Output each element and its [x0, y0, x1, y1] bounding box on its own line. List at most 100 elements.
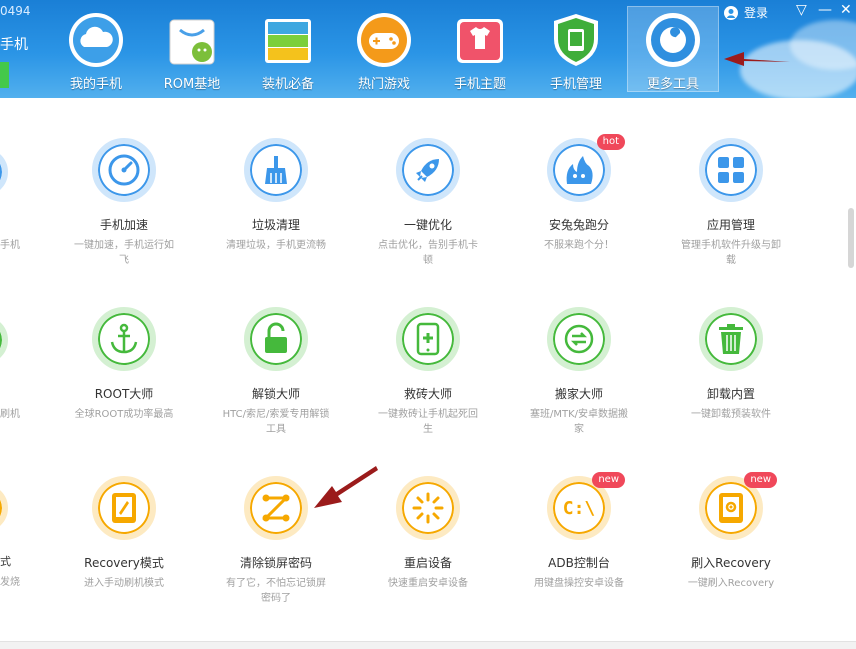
tool-desc: 全球ROOT成功率最高 [74, 409, 174, 420]
tool-icon-circle: C:\ new [547, 472, 625, 540]
tool-adb-console[interactable]: C:\ new ADB控制台 用键盘操控安卓设备 [524, 472, 634, 591]
wrench-gear-icon [643, 11, 703, 69]
phone-plus-icon [416, 322, 440, 356]
tool-desc: 进入手动刷机模式 [84, 578, 164, 589]
tool-desc: 一键刷入Recovery [687, 578, 775, 589]
tool-icon-circle [547, 307, 611, 371]
nav-label: 手机管理 [549, 77, 602, 92]
tool-junk-clean[interactable]: 垃圾清理 清理垃圾，手机更流畅 [221, 138, 331, 253]
nav-essentials[interactable]: 装机必备 [242, 6, 334, 92]
nav-hot-games[interactable]: 热门游戏 [338, 6, 430, 92]
rabbit-flame-icon [566, 156, 593, 184]
nav-rom-base[interactable]: ROM基地 [146, 6, 238, 92]
tool-app-manager[interactable]: 应用管理 管理手机软件升级与卸载 [676, 138, 786, 268]
tool-title: ROOT大师 [94, 387, 154, 401]
tool-title: 重启设备 [403, 556, 452, 570]
tshirt-icon [450, 10, 510, 69]
tool-icon-circle [396, 138, 460, 202]
window-title-fragment: 0494 [0, 4, 31, 18]
tool-title: 搬家大师 [554, 387, 603, 401]
transfer-icon [564, 324, 594, 354]
tool-uninstall-builtin[interactable]: 卸载内置 一键卸载预装软件 [676, 307, 786, 422]
user-icon [724, 5, 738, 20]
rocket-icon [416, 159, 439, 182]
partial-tool-desc: 手机 [0, 240, 20, 251]
tool-icon-circle [699, 307, 763, 371]
tool-desc: 点击优化，告别手机卡顿 [378, 240, 478, 266]
tool-unlock-master[interactable]: 解锁大师 HTC/索尼/索爱专用解锁工具 [221, 307, 331, 437]
tool-title: 解锁大师 [251, 387, 300, 401]
gamepad-icon [354, 10, 414, 69]
scrollbar-thumb[interactable] [848, 208, 854, 268]
tool-one-click-optimize[interactable]: 一键优化 点击优化，告别手机卡顿 [373, 138, 483, 268]
tool-icon-circle: hot [547, 134, 625, 202]
tool-desc: 快速重启安卓设备 [388, 578, 468, 589]
unlock-icon [265, 322, 287, 353]
hot-badge: hot [596, 134, 625, 150]
tool-icon-circle [396, 307, 460, 371]
nav-label: 装机必备 [261, 77, 314, 92]
tool-icon-circle [699, 138, 763, 202]
new-badge: new [744, 472, 777, 488]
minimize-button[interactable]: — [818, 2, 832, 18]
tool-title: ADB控制台 [548, 556, 610, 570]
tool-icon-circle [396, 476, 460, 540]
login-label: 登录 [744, 6, 769, 20]
shield-phone-icon [546, 10, 606, 69]
tool-icon-circle [92, 476, 156, 540]
nav-label: ROM基地 [163, 77, 221, 92]
pattern-lock-icon [262, 494, 290, 522]
tool-recovery-mode[interactable]: Recovery模式 进入手动刷机模式 [69, 476, 179, 591]
nav-more-tools[interactable]: 更多工具 [627, 6, 719, 92]
partial-tool-circle[interactable] [0, 316, 8, 364]
tool-title: 手机加速 [99, 218, 148, 232]
restore-button[interactable]: ▽ [796, 2, 807, 18]
tool-desc: 不服来跑个分！ [544, 240, 614, 251]
tool-flash-recovery[interactable]: new 刷入Recovery 一键刷入Recovery [676, 472, 786, 591]
login-link[interactable]: 登录 [724, 4, 768, 21]
nav-label: 更多工具 [646, 77, 699, 92]
tool-icon-circle [92, 138, 156, 202]
tool-desc: 一键救砖让手机起死回生 [378, 409, 478, 435]
restart-icon [412, 492, 444, 524]
tool-desc: 一键加速，手机运行如飞 [74, 240, 174, 266]
nav-phone-themes[interactable]: 手机主题 [434, 6, 526, 92]
tool-title: 安兔兔跑分 [548, 218, 609, 232]
close-button[interactable]: ✕ [840, 2, 852, 18]
tool-brick-rescue[interactable]: 救砖大师 一键救砖让手机起死回生 [373, 307, 483, 437]
nav-label: 热门游戏 [357, 77, 410, 92]
tool-restart-device[interactable]: 重启设备 快速重启安卓设备 [373, 476, 483, 591]
partial-tool-desc: 发烧 [0, 577, 20, 588]
tool-desc: 塞班/MTK/安卓数据搬家 [529, 409, 629, 435]
tool-title: Recovery模式 [84, 556, 164, 570]
tool-icon-circle [244, 138, 308, 202]
tool-move-master[interactable]: 搬家大师 塞班/MTK/安卓数据搬家 [524, 307, 634, 437]
nav-label: 手机主题 [453, 77, 506, 92]
android-bag-icon [162, 10, 222, 69]
tool-root-master[interactable]: ROOT大师 全球ROOT成功率最高 [69, 307, 179, 422]
connection-status-bar [0, 62, 9, 88]
tool-title: 救砖大师 [403, 387, 452, 401]
tool-title: 刷入Recovery [691, 556, 771, 570]
partial-tool-circle[interactable] [0, 484, 8, 532]
partial-tool-title: 式 [0, 555, 11, 568]
broom-icon [265, 156, 287, 184]
tools-panel: 手机 刷机 式 发烧 手机加速 一键加速，手机运行如飞 垃圾清理 清理垃圾，手机… [0, 98, 856, 649]
tool-icon-circle: new [699, 472, 777, 540]
tool-title: 卸载内置 [706, 387, 755, 401]
tool-desc: 一键卸载预装软件 [691, 409, 771, 420]
nav-label: 我的手机 [69, 77, 122, 92]
tool-title: 清除锁屏密码 [239, 556, 312, 570]
tool-desc: 清理垃圾，手机更流畅 [226, 240, 326, 251]
nav-my-phone[interactable]: 我的手机 [50, 6, 142, 92]
console-icon: C:\ [562, 497, 596, 519]
tool-title: 应用管理 [706, 218, 755, 232]
partial-tool-circle[interactable] [0, 148, 8, 196]
tool-phone-speedup[interactable]: 手机加速 一键加速，手机运行如飞 [69, 138, 179, 268]
trash-icon [719, 324, 743, 354]
nav-phone-manage[interactable]: 手机管理 [530, 6, 622, 92]
panel-footer [0, 641, 856, 649]
tool-antutu-benchmark[interactable]: hot 安兔兔跑分 不服来跑个分！ [524, 134, 634, 253]
tool-desc: 用键盘操控安卓设备 [534, 578, 624, 589]
tablet-pen-icon [112, 493, 136, 523]
